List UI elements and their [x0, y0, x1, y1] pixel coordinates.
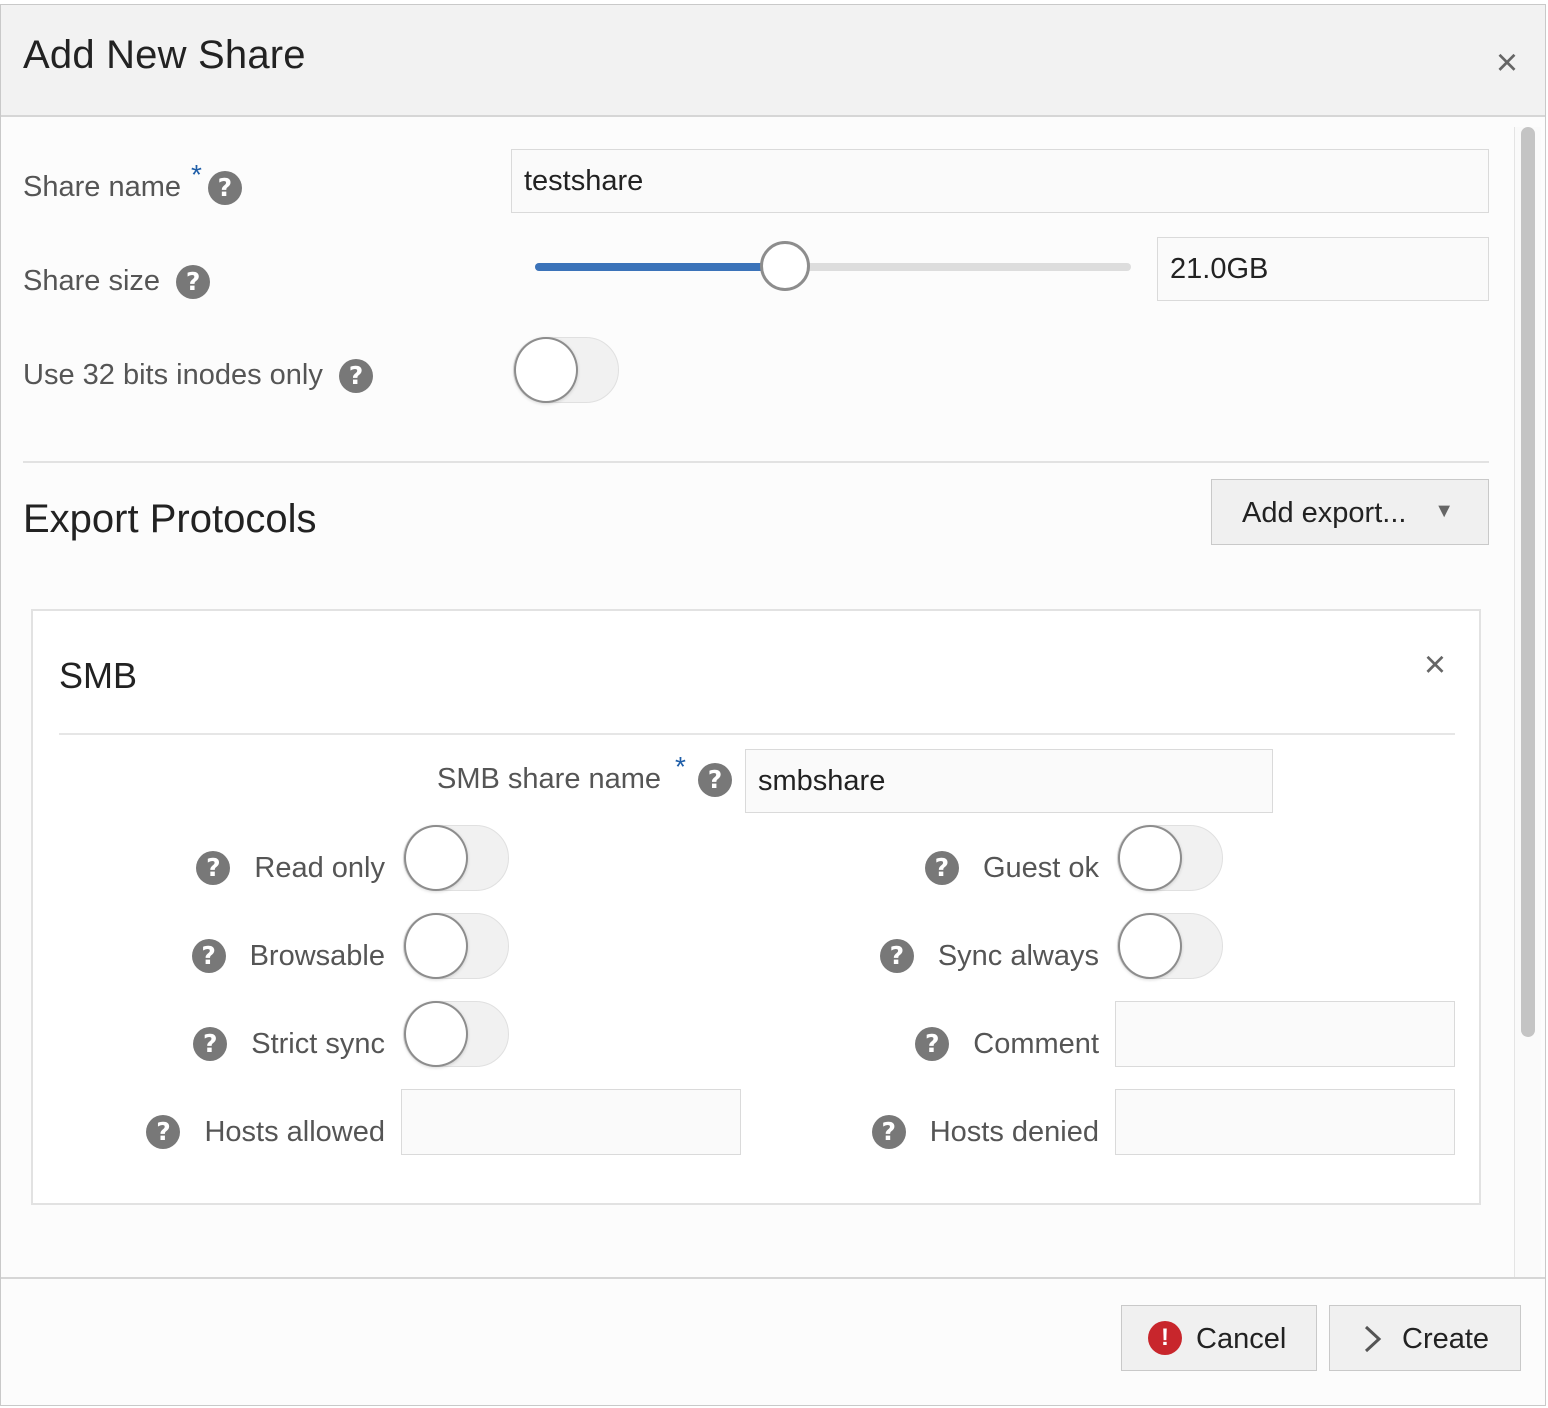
guest-ok-label-group: ? Guest ok	[733, 851, 1099, 885]
toggle-knob	[1118, 913, 1182, 979]
chevron-down-icon: ▼	[1434, 500, 1454, 522]
browsable-label: Browsable	[249, 939, 385, 972]
toggle-knob	[1118, 825, 1182, 891]
dialog-header: Add New Share ×	[1, 5, 1545, 117]
help-icon[interactable]: ?	[924, 851, 959, 885]
smb-share-name-label: SMB share name	[437, 763, 662, 795]
toggle-knob	[404, 1001, 468, 1067]
read-only-label: Read only	[254, 851, 385, 884]
add-export-button[interactable]: Add export... ▼	[1211, 479, 1489, 545]
hosts-denied-input[interactable]	[1115, 1089, 1455, 1155]
browsable-toggle[interactable]	[403, 913, 509, 979]
close-icon[interactable]: ×	[1419, 646, 1451, 684]
read-only-label-group: ? Read only	[33, 851, 385, 885]
section-divider	[23, 461, 1489, 463]
smb-title: SMB	[59, 655, 138, 696]
help-icon[interactable]: ?	[191, 939, 226, 973]
smb-export-card: SMB × SMB share name *? smbshare ? Read on…	[31, 609, 1481, 1205]
help-icon[interactable]: ?	[697, 763, 732, 798]
strict-sync-label: Strict sync	[251, 1027, 385, 1060]
comment-label: Comment	[973, 1027, 1099, 1060]
required-marker: *	[191, 159, 202, 190]
read-only-toggle[interactable]	[403, 825, 509, 891]
exclamation-icon: !	[1148, 1321, 1182, 1355]
toggle-knob	[404, 825, 468, 891]
scrollbar[interactable]	[1514, 127, 1541, 1279]
toggle-knob	[514, 337, 578, 403]
dialog-footer: ! Cancel Create	[1, 1277, 1545, 1405]
share-size-input[interactable]: 21.0GB	[1157, 237, 1489, 301]
strict-sync-toggle[interactable]	[403, 1001, 509, 1067]
help-icon[interactable]: ?	[146, 1115, 181, 1149]
comment-label-group: ? Comment	[733, 1027, 1099, 1061]
cancel-button[interactable]: ! Cancel	[1121, 1305, 1317, 1371]
help-icon[interactable]: ?	[176, 265, 211, 300]
inodes-toggle[interactable]	[513, 337, 619, 403]
help-icon[interactable]: ?	[871, 1115, 906, 1149]
scrollbar-thumb[interactable]	[1521, 127, 1535, 1037]
help-icon[interactable]: ?	[879, 939, 914, 973]
hosts-denied-label-group: ? Hosts denied	[733, 1115, 1099, 1149]
sync-always-label-group: ? Sync always	[733, 939, 1099, 973]
export-protocols-title: Export Protocols	[23, 497, 317, 541]
browsable-label-group: ? Browsable	[33, 939, 385, 973]
slider-fill	[535, 263, 786, 271]
add-new-share-dialog: Add New Share × Share name *? testshare S…	[0, 4, 1546, 1406]
help-icon[interactable]: ?	[338, 359, 373, 394]
share-name-label-group: Share name *?	[23, 159, 242, 206]
slider-thumb[interactable]	[760, 241, 811, 291]
hosts-allowed-label: Hosts allowed	[204, 1115, 385, 1148]
comment-input[interactable]	[1115, 1001, 1455, 1067]
sync-always-toggle[interactable]	[1117, 913, 1223, 979]
smb-share-name-input[interactable]: smbshare	[745, 749, 1273, 813]
chevron-right-icon	[1364, 1325, 1382, 1353]
strict-sync-label-group: ? Strict sync	[33, 1027, 385, 1061]
toggle-knob	[404, 913, 468, 979]
hosts-denied-label: Hosts denied	[929, 1115, 1099, 1148]
hosts-allowed-input[interactable]	[401, 1089, 741, 1155]
hosts-allowed-label-group: ? Hosts allowed	[33, 1115, 385, 1149]
close-icon[interactable]: ×	[1491, 44, 1523, 82]
cancel-label: Cancel	[1196, 1323, 1287, 1355]
create-button[interactable]: Create	[1329, 1305, 1521, 1371]
guest-ok-label: Guest ok	[982, 851, 1099, 884]
share-size-label: Share size	[23, 265, 161, 297]
dialog-body: Share name *? testshare Share size ? 21.0…	[1, 119, 1545, 1279]
required-marker: *	[675, 751, 686, 782]
dialog-title: Add New Share	[23, 33, 306, 77]
inodes-label: Use 32 bits inodes only	[23, 359, 323, 391]
create-label: Create	[1402, 1323, 1490, 1355]
guest-ok-toggle[interactable]	[1117, 825, 1223, 891]
inodes-label-group: Use 32 bits inodes only ?	[23, 359, 373, 394]
share-name-input[interactable]: testshare	[511, 149, 1489, 213]
help-icon[interactable]: ?	[193, 1027, 228, 1061]
sync-always-label: Sync always	[937, 939, 1099, 972]
smb-divider	[59, 733, 1455, 735]
share-name-label: Share name	[23, 171, 181, 203]
add-export-label: Add export...	[1242, 497, 1407, 529]
share-size-slider[interactable]	[535, 241, 1131, 291]
help-icon[interactable]: ?	[207, 171, 242, 206]
share-size-label-group: Share size ?	[23, 265, 211, 300]
smb-share-name-label-group: SMB share name *?	[437, 751, 732, 798]
help-icon[interactable]: ?	[915, 1027, 950, 1061]
help-icon[interactable]: ?	[196, 851, 231, 885]
